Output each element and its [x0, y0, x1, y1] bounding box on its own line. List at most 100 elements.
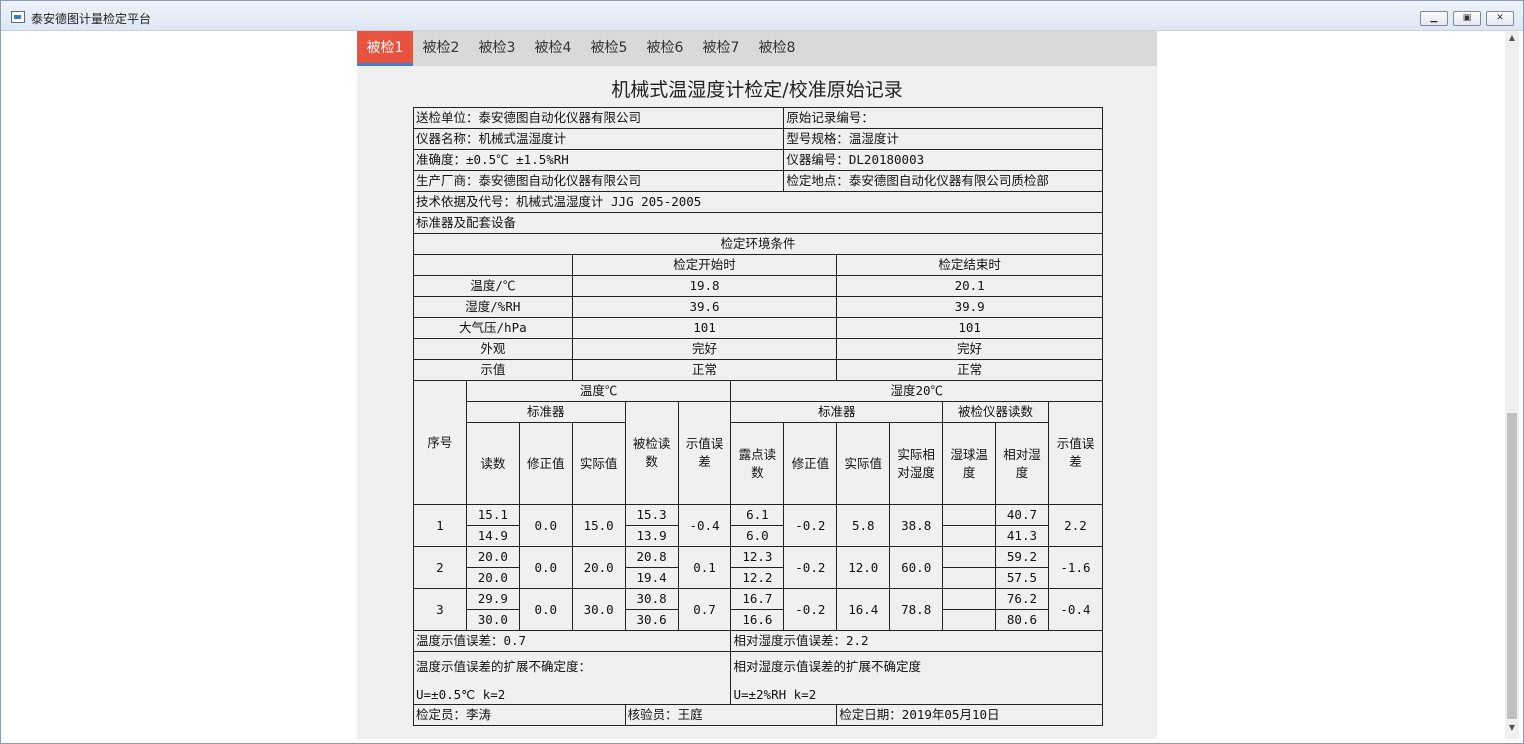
table-row: 14.9 13.9 6.0 41.3: [414, 525, 1103, 547]
wet-bulb-cell: [942, 588, 996, 610]
correction-cell: 0.0: [518, 588, 573, 631]
hum-group-header: 湿度20℃: [730, 380, 1103, 402]
temp-error-cell: 0.7: [677, 588, 732, 631]
tab-dut-8[interactable]: 被检8: [749, 31, 805, 66]
rh-cell: 80.6: [995, 609, 1049, 631]
dut-reading-cell: 30.8: [624, 588, 679, 610]
client-cell: 送检单位：泰安德图自动化仪器有限公司: [412, 107, 785, 129]
env-start: 19.8: [571, 275, 838, 297]
actual-header: 实际值: [571, 422, 626, 505]
env-blank-cell: [413, 254, 573, 276]
tab-dut-7[interactable]: 被检7: [693, 31, 749, 66]
dew-cell: 6.0: [730, 525, 785, 547]
env-label: 温度/℃: [413, 275, 573, 297]
tab-dut-1[interactable]: 被检1: [357, 31, 413, 66]
tab-dut-3[interactable]: 被检3: [469, 31, 525, 66]
env-start: 正常: [571, 359, 838, 381]
tab-dut-2[interactable]: 被检2: [413, 31, 469, 66]
correction-cell: 0.0: [518, 504, 573, 547]
dut-reading-header: 被检读数: [624, 401, 679, 505]
vertical-scrollbar[interactable]: ▲ ▼: [1505, 31, 1519, 739]
correction2-header: 修正值: [783, 422, 838, 505]
table-row: 3 29.9 0.0 30.0 30.8 0.7 16.7 -0.2 16.4 …: [413, 588, 1104, 631]
rh-cell: 41.3: [995, 525, 1049, 547]
actual-cell: 30.0: [571, 588, 626, 631]
env-end: 20.1: [836, 275, 1103, 297]
content-panel: 被检1 被检2 被检3 被检4 被检5 被检6 被检7 被检8 机械式温湿度计检…: [357, 31, 1157, 739]
correction2-cell: -0.2: [783, 546, 838, 589]
location-cell: 检定地点：泰安德图自动化仪器有限公司质检部: [783, 170, 1103, 192]
env-end: 101: [836, 317, 1103, 339]
tab-dut-6[interactable]: 被检6: [637, 31, 693, 66]
rh-error-summary: 相对湿度示值误差：2.2: [730, 630, 1103, 652]
reading-cell: 20.0: [465, 567, 520, 589]
temp-uncertainty-value: U=±0.5℃ k=2: [416, 687, 506, 702]
dut-reading-cell: 19.4: [624, 567, 679, 589]
wet-bulb-cell: [942, 525, 996, 547]
env-start: 101: [571, 317, 838, 339]
wet-bulb-header: 湿球温度: [942, 422, 996, 505]
maker-cell: 生产厂商：泰安德图自动化仪器有限公司: [412, 170, 785, 192]
env-label: 示值: [413, 359, 573, 381]
scroll-down-arrow-icon[interactable]: ▼: [1505, 723, 1519, 737]
env-row: 大气压/hPa 101 101: [413, 317, 1103, 339]
scroll-thumb[interactable]: [1507, 413, 1517, 719]
rh-cell: 59.2: [995, 546, 1049, 568]
table-row: 30.0 30.6 16.6 80.6: [414, 609, 1103, 631]
seq-cell: 2: [413, 546, 467, 589]
env-label: 大气压/hPa: [413, 317, 573, 339]
standards-cell: 标准器及配套设备: [413, 212, 1103, 234]
temp-error-header: 示值误差: [677, 401, 732, 505]
accuracy-cell: 准确度：±0.5℃ ±1.5%RH: [412, 149, 785, 171]
minimize-button[interactable]: ▁: [1420, 11, 1448, 26]
hum-error-cell: -1.6: [1047, 546, 1104, 589]
date-cell: 检定日期：2019年05月10日: [836, 704, 1103, 726]
rh-uncertainty-label: 相对湿度示值误差的扩展不确定度: [733, 659, 921, 674]
actual2-cell: 16.4: [836, 588, 891, 631]
rh-cell: 40.7: [995, 504, 1049, 526]
reading-cell: 20.0: [465, 546, 520, 568]
temp-error-cell: 0.1: [677, 546, 732, 589]
inspector-cell: 检定员：李涛: [413, 704, 626, 726]
temp-std-header: 标准器: [465, 401, 626, 423]
env-end: 正常: [836, 359, 1103, 381]
close-button[interactable]: ✕: [1486, 11, 1514, 26]
rh-cell: 76.2: [995, 588, 1049, 610]
actual2-header: 实际值: [836, 422, 891, 505]
wet-bulb-cell: [942, 567, 996, 589]
maximize-button[interactable]: ▣: [1453, 11, 1481, 26]
dew-cell: 16.6: [730, 609, 785, 631]
dew-cell: 12.3: [730, 546, 785, 568]
verifier-cell: 核验员：王庭: [624, 704, 838, 726]
tab-bar: 被检1 被检2 被检3 被检4 被检5 被检6 被检7 被检8: [357, 31, 1157, 66]
tab-dut-4[interactable]: 被检4: [525, 31, 581, 66]
dew-header: 露点读数: [730, 422, 785, 505]
hum-std-header: 标准器: [730, 401, 944, 423]
table-row: 20.0 19.4 12.2 57.5: [414, 567, 1103, 589]
scroll-up-arrow-icon[interactable]: ▲: [1505, 33, 1519, 47]
env-title-cell: 检定环境条件: [413, 233, 1103, 255]
tab-dut-5[interactable]: 被检5: [581, 31, 637, 66]
temp-group-header: 温度℃: [465, 380, 732, 402]
actual-rh-cell: 60.0: [889, 546, 944, 589]
actual-rh-header: 实际相对湿度: [889, 422, 944, 505]
seq-cell: 1: [413, 504, 467, 547]
actual2-cell: 5.8: [836, 504, 891, 547]
rh-uncertainty-cell: 相对湿度示值误差的扩展不确定度 U=±2%RH k=2: [730, 651, 1103, 705]
rh-cell: 57.5: [995, 567, 1049, 589]
calibration-record-table: 送检单位：泰安德图自动化仪器有限公司 原始记录编号： 仪器名称：机械式温湿度计 …: [412, 107, 1104, 726]
env-row: 湿度/%RH 39.6 39.9: [413, 296, 1103, 318]
instrument-name-cell: 仪器名称：机械式温湿度计: [412, 128, 785, 150]
basis-cell: 技术依据及代号：机械式温湿度计 JJG 205-2005: [413, 191, 1103, 213]
reading-cell: 30.0: [465, 609, 520, 631]
env-row: 温度/℃ 19.8 20.1: [413, 275, 1103, 297]
dut-reading-cell: 30.6: [624, 609, 679, 631]
actual-cell: 20.0: [571, 546, 626, 589]
actual-rh-cell: 38.8: [889, 504, 944, 547]
record-title: 机械式温湿度计检定/校准原始记录: [611, 79, 903, 101]
correction-cell: 0.0: [518, 546, 573, 589]
dut-reading-cell: 15.3: [624, 504, 679, 526]
correction-header: 修正值: [518, 422, 573, 505]
wet-bulb-cell: [942, 504, 996, 526]
correction2-cell: -0.2: [783, 588, 838, 631]
